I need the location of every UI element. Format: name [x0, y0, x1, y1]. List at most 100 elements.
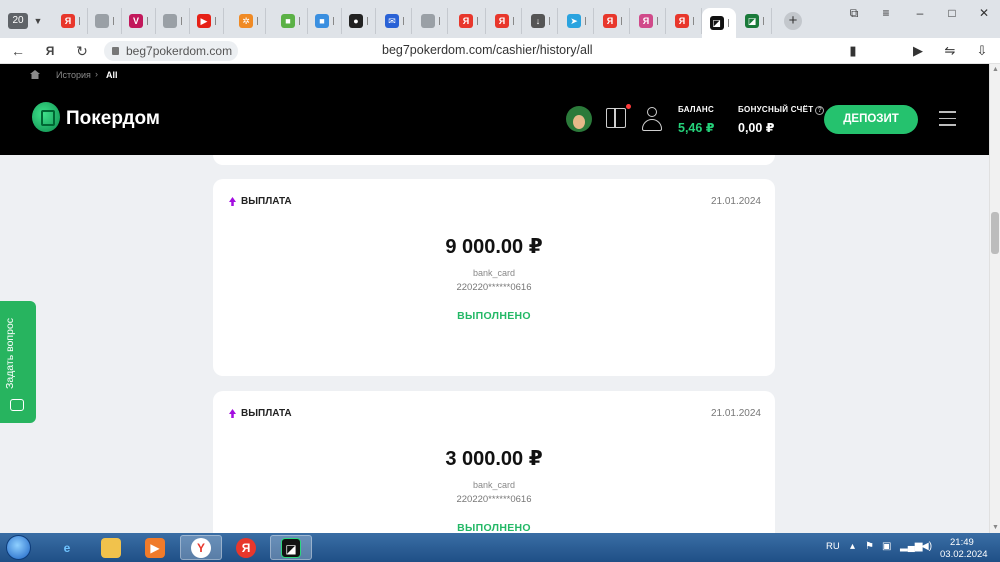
scrollbar-thumb[interactable]: [991, 212, 999, 254]
yandex-icon: Я: [675, 14, 689, 28]
logo-text[interactable]: Покердом: [66, 108, 160, 130]
yandex-app-icon[interactable]: Я: [225, 535, 267, 560]
new-tab-plus-icon[interactable]: +: [784, 12, 802, 30]
tab-audio-indicator: [403, 17, 404, 25]
browser-tab[interactable]: Я: [668, 8, 702, 34]
browser-tab[interactable]: Я: [596, 8, 630, 34]
language-indicator[interactable]: RU: [826, 541, 840, 552]
payment-method: bank_card: [472, 268, 516, 278]
browser-tab[interactable]: Я: [452, 8, 486, 34]
browser-tab[interactable]: [414, 8, 448, 34]
browser-tab[interactable]: [156, 8, 190, 34]
browser-tab[interactable]: V: [122, 8, 156, 34]
tray-app-icon[interactable]: ▣: [882, 541, 891, 552]
tab-audio-indicator: [763, 17, 764, 25]
bonus-value: 0,00 ₽: [738, 121, 775, 135]
tab-audio-indicator: [693, 17, 694, 25]
browser-tab[interactable]: ▶: [190, 8, 224, 34]
explorer-folder-icon[interactable]: [90, 535, 132, 560]
youtube-icon: ▶: [197, 14, 211, 28]
browser-tab[interactable]: ✲: [232, 8, 266, 34]
notification-dot: [626, 104, 631, 109]
transaction-card-previous: [213, 155, 775, 165]
menu-icon[interactable]: ≡: [876, 6, 896, 20]
browser-tab[interactable]: ➤: [560, 8, 594, 34]
back-arrow-icon[interactable]: ←: [8, 41, 28, 61]
tray-flag-icon[interactable]: ⚑: [865, 541, 874, 552]
tab-list-chevron-icon[interactable]: ▼: [32, 13, 44, 29]
deposit-button[interactable]: ДЕПОЗИТ: [824, 105, 918, 134]
tab-audio-indicator: [215, 17, 216, 25]
tab-audio-indicator: [621, 17, 622, 25]
yandex-icon: Я: [603, 14, 617, 28]
help-question-icon[interactable]: ?: [815, 106, 825, 115]
hamburger-menu-icon[interactable]: [939, 111, 956, 126]
clock-date[interactable]: 03.02.2024: [940, 549, 988, 560]
browser-tab[interactable]: Я: [488, 8, 522, 34]
reload-icon[interactable]: ↻: [72, 41, 92, 61]
home-icon[interactable]: [30, 70, 40, 79]
browser-tab[interactable]: ↓: [524, 8, 558, 34]
lock-icon: [112, 47, 119, 55]
pokerdom-icon: ◪: [745, 14, 759, 28]
browser-tab[interactable]: Я: [54, 8, 88, 34]
transaction-history: ВЫПЛАТА 21.01.2024 9 000.00 ₽ bank_card …: [0, 155, 989, 533]
yandex-icon: Я: [459, 14, 473, 28]
status-badge: ВЫПОЛНЕНО: [457, 310, 531, 322]
pokerdom-logo-icon[interactable]: [32, 102, 60, 132]
tab-group-icon[interactable]: ⧉: [844, 6, 864, 20]
browser-tab[interactable]: ■: [308, 8, 342, 34]
mail-icon: ✉: [385, 14, 399, 28]
transaction-amount: 3 000.00 ₽: [445, 448, 543, 470]
tab-count-badge[interactable]: 20: [8, 13, 28, 29]
url-field[interactable]: beg7pokerdom.com/cashier/history/all: [382, 43, 593, 57]
ie-icon[interactable]: e: [46, 535, 88, 560]
browser-tab[interactable]: ■: [274, 8, 308, 34]
transaction-type-label: ВЫПЛАТА: [241, 196, 292, 207]
document-icon: [421, 14, 435, 28]
translate-icon[interactable]: ⇋: [940, 41, 960, 61]
yandex-home-icon[interactable]: Я: [40, 41, 60, 61]
volume-icon[interactable]: ◀): [921, 541, 932, 552]
microsoft-icon: ■: [281, 14, 295, 28]
url-site-pill[interactable]: beg7pokerdom.com: [104, 41, 238, 61]
tab-audio-indicator: [113, 17, 114, 25]
downloads-icon[interactable]: ⇩: [972, 41, 992, 61]
chat-icon: [10, 399, 24, 411]
scroll-up-icon[interactable]: ▲: [992, 66, 999, 73]
balance-value: 5,46 ₽: [678, 121, 715, 135]
browser-tab[interactable]: ●: [342, 8, 376, 34]
ask-question-tab[interactable]: Задать вопрос: [0, 301, 36, 423]
document-icon: [95, 14, 109, 28]
browser-tab[interactable]: Я: [632, 8, 666, 34]
browser-tab[interactable]: ◪: [702, 8, 736, 38]
gift-icon[interactable]: [606, 108, 626, 128]
start-button[interactable]: [6, 535, 31, 560]
page-scrollbar[interactable]: ▲ ▼: [989, 64, 1000, 533]
pokerdom-icon: ◪: [709, 16, 724, 30]
breadcrumb-separator: ›: [95, 69, 98, 79]
yandex-browser-icon[interactable]: Y: [180, 535, 222, 560]
tab-audio-indicator: [333, 17, 334, 25]
clock-time[interactable]: 21:49: [950, 537, 974, 548]
breadcrumb-history[interactable]: История: [56, 70, 91, 80]
media-player-icon[interactable]: ▶: [134, 535, 176, 560]
maximize-icon[interactable]: □: [942, 6, 962, 20]
browser-tab[interactable]: ✉: [378, 8, 412, 34]
ask-question-label: Задать вопрос: [4, 317, 16, 389]
minimize-icon[interactable]: –: [910, 6, 930, 20]
media-play-icon[interactable]: ▶: [908, 41, 928, 61]
user-profile-icon[interactable]: [642, 107, 662, 131]
browser-tab[interactable]: [88, 8, 122, 34]
bookmark-icon[interactable]: ▮: [843, 41, 863, 61]
scroll-down-icon[interactable]: ▼: [992, 524, 999, 531]
address-bar: ← Я ↻ beg7pokerdom.com beg7pokerdom.com/…: [0, 38, 1000, 64]
tray-expand-icon[interactable]: ▴: [850, 541, 855, 552]
avatar[interactable]: [566, 106, 592, 132]
browser-tab[interactable]: ◪: [738, 8, 772, 34]
bonus-label: БОНУСНЫЙ СЧЁТ: [738, 105, 814, 114]
balance-label: БАЛАНС: [678, 105, 715, 114]
pokerdom-app-icon[interactable]: ◪: [270, 535, 312, 560]
close-icon[interactable]: ✕: [974, 6, 994, 20]
network-icon[interactable]: ▂▄▆: [900, 541, 922, 552]
